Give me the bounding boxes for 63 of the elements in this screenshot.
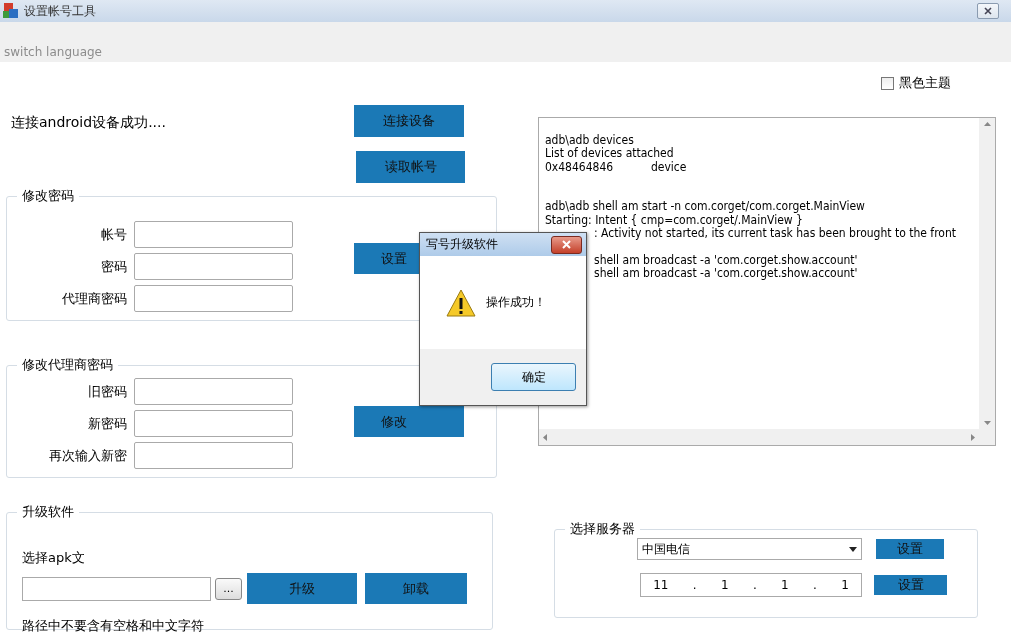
uninstall-button[interactable]: 卸载 bbox=[365, 573, 467, 604]
field-label: 旧密码 bbox=[87, 382, 127, 401]
change-password-button[interactable]: 修改 bbox=[354, 406, 464, 437]
ip-octet: 11 bbox=[653, 578, 669, 592]
file-path-field[interactable] bbox=[22, 576, 211, 601]
input-field[interactable] bbox=[134, 253, 293, 280]
ip-octet: 1 bbox=[841, 578, 849, 592]
dot-separator: . bbox=[752, 578, 757, 592]
field-label: 再次输入新密 bbox=[48, 446, 127, 465]
dot-separator: . bbox=[813, 578, 817, 592]
group-title: 选择服务器 bbox=[569, 520, 636, 538]
horizontal-scrollbar[interactable] bbox=[539, 429, 979, 445]
log-line: : Activity not started, its current task has been brought to the front bbox=[594, 227, 956, 241]
dialog-message: 操作成功！ bbox=[486, 294, 546, 311]
input-field[interactable] bbox=[134, 285, 293, 312]
theme-checkbox[interactable]: 黑色主题 bbox=[881, 75, 951, 91]
set-button[interactable]: 设置 bbox=[876, 539, 944, 559]
up-arrow-icon[interactable] bbox=[983, 122, 991, 126]
group-title: 修改密码 bbox=[21, 187, 75, 205]
field-label: 选择apk文 bbox=[22, 549, 85, 567]
group-title: 修改代理商密码 bbox=[21, 356, 114, 374]
close-icon bbox=[983, 7, 993, 15]
server-dropdown[interactable]: 中国电信 bbox=[637, 538, 862, 560]
menu-item[interactable]: switch language bbox=[4, 45, 102, 60]
left-arrow-icon[interactable] bbox=[543, 433, 547, 441]
log-line: adb\adb devices bbox=[545, 134, 634, 147]
log-line: List of devices attached bbox=[545, 147, 674, 161]
input-field[interactable] bbox=[134, 410, 293, 437]
dot-separator: . bbox=[692, 578, 697, 592]
read-account-button[interactable]: 读取帐号 bbox=[356, 151, 465, 183]
input-field[interactable] bbox=[134, 221, 293, 248]
field-label: 代理商密码 bbox=[61, 289, 127, 308]
log-line: shell am broadcast -a 'com.corget.show.account' bbox=[594, 253, 858, 267]
status-text: 连接android设备成功.... bbox=[10, 114, 167, 132]
set-button[interactable]: 设置 bbox=[874, 575, 947, 595]
app-icon bbox=[2, 2, 20, 20]
warning-icon bbox=[446, 288, 476, 317]
log-line: shell am broadcast -a 'com.corget.show.account' bbox=[594, 266, 858, 281]
field-label: 新密码 bbox=[87, 414, 127, 433]
window-title: 设置帐号工具 bbox=[24, 2, 97, 20]
log-line: Starting: Intent { cmp=com.corget/.MainView } bbox=[545, 213, 803, 228]
field-label: 密码 bbox=[100, 257, 127, 276]
hint-text: 路径中不要含有空格和中文字符 bbox=[22, 617, 204, 635]
dialog-close-button[interactable] bbox=[551, 235, 582, 254]
input-field[interactable] bbox=[134, 442, 293, 469]
group-title: 升级软件 bbox=[21, 503, 75, 521]
ok-button[interactable]: 确定 bbox=[491, 363, 576, 391]
upgrade-button[interactable]: 升级 bbox=[247, 573, 357, 604]
vertical-scrollbar[interactable] bbox=[979, 118, 995, 429]
input-field[interactable] bbox=[134, 378, 293, 405]
browse-button[interactable]: ... bbox=[215, 577, 242, 600]
log-line: adb\adb shell am start -n com.corget/com.corget.MainView bbox=[545, 200, 865, 214]
ip-address-field[interactable]: 11 . 1 . 1 . 1 bbox=[640, 573, 862, 597]
down-arrow-icon[interactable] bbox=[983, 421, 991, 425]
caret-icon bbox=[849, 546, 857, 552]
field-label: 帐号 bbox=[100, 225, 127, 244]
ip-octet: 1 bbox=[720, 578, 729, 592]
close-button[interactable] bbox=[977, 3, 999, 19]
close-icon bbox=[561, 240, 572, 249]
right-arrow-icon[interactable] bbox=[971, 433, 975, 441]
connect-button[interactable]: 连接设备 bbox=[354, 105, 464, 137]
ip-octet: 1 bbox=[781, 578, 789, 592]
log-line: 0x48464846 device bbox=[545, 160, 687, 174]
